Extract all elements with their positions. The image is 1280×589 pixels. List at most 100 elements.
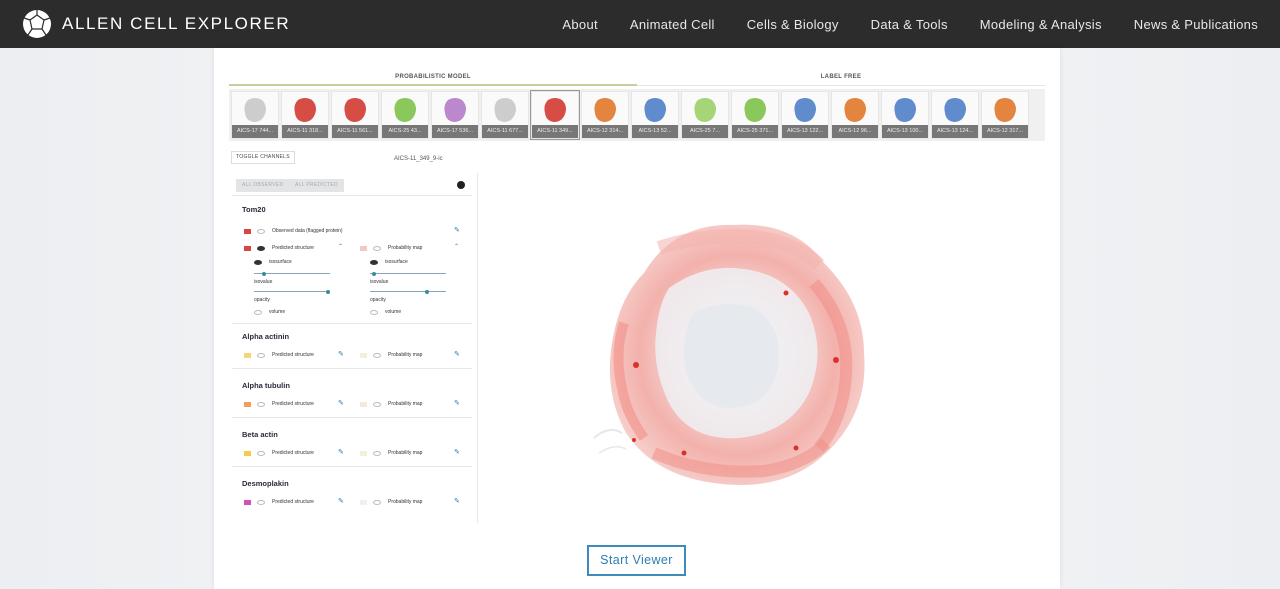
eye-icon[interactable] bbox=[257, 401, 265, 407]
isosurface-slider[interactable] bbox=[370, 271, 446, 276]
thumbnail-caption: AICS-13 124... bbox=[932, 125, 978, 138]
volume-toggle[interactable]: volume bbox=[370, 307, 401, 317]
thumbnail-caption: AICS-11 349... bbox=[532, 125, 578, 138]
start-viewer-button[interactable]: Start Viewer bbox=[587, 545, 686, 576]
cell-thumbnail[interactable]: AICS-11 561... bbox=[331, 91, 379, 139]
thumbnail-caption: AICS-11 561... bbox=[332, 125, 378, 138]
group-title: Desmoplakin bbox=[242, 479, 289, 488]
color-swatch[interactable] bbox=[360, 499, 367, 505]
eye-icon[interactable] bbox=[254, 309, 262, 315]
eye-icon[interactable] bbox=[373, 499, 381, 505]
main-menu: About Animated Cell Cells & Biology Data… bbox=[530, 0, 1258, 48]
slider-knob[interactable] bbox=[326, 289, 330, 294]
color-swatch[interactable] bbox=[244, 499, 251, 505]
eye-icon[interactable] bbox=[373, 245, 381, 251]
color-swatch[interactable] bbox=[244, 401, 251, 407]
eye-icon[interactable] bbox=[254, 259, 262, 265]
tab-probabilistic-model[interactable]: PROBABILISTIC MODEL bbox=[229, 68, 637, 86]
cell-thumbnail[interactable]: AICS-17 744... bbox=[231, 91, 279, 139]
nav-animated-cell[interactable]: Animated Cell bbox=[630, 17, 715, 32]
eye-icon[interactable] bbox=[257, 352, 265, 358]
color-swatch[interactable] bbox=[244, 228, 251, 234]
nav-news-publications[interactable]: News & Publications bbox=[1134, 17, 1258, 32]
eye-icon[interactable] bbox=[373, 450, 381, 456]
pencil-icon[interactable]: ✎ bbox=[338, 449, 345, 456]
eye-icon[interactable] bbox=[257, 245, 265, 251]
pencil-icon[interactable]: ✎ bbox=[454, 498, 461, 505]
cell-thumbnail[interactable]: AICS-12 317... bbox=[981, 91, 1029, 139]
eye-icon[interactable] bbox=[257, 499, 265, 505]
cell-thumbnail[interactable]: AICS-25 371... bbox=[731, 91, 779, 139]
color-swatch[interactable] bbox=[244, 352, 251, 358]
slider-knob[interactable] bbox=[425, 289, 429, 294]
color-swatch[interactable] bbox=[360, 352, 367, 358]
pencil-icon[interactable]: ✎ bbox=[454, 400, 461, 407]
slider-knob[interactable] bbox=[262, 271, 266, 276]
cell-thumbnail[interactable]: AICS-11 318... bbox=[281, 91, 329, 139]
content-card: PROBABILISTIC MODEL LABEL FREE AICS-17 7… bbox=[214, 48, 1060, 589]
isovalue-slider[interactable] bbox=[370, 289, 446, 294]
pencil-icon[interactable]: ✎ bbox=[454, 351, 461, 358]
all-observed-button[interactable]: ALL OBSERVED bbox=[236, 179, 290, 192]
cell-thumbnail[interactable]: AICS-11 677... bbox=[481, 91, 529, 139]
eye-icon[interactable] bbox=[257, 450, 265, 456]
cell-thumbnail[interactable]: AICS-13 124... bbox=[931, 91, 979, 139]
eye-icon[interactable] bbox=[370, 259, 378, 265]
pencil-icon[interactable]: ✎ bbox=[454, 449, 461, 456]
chevron-up-icon[interactable]: ⌃ bbox=[454, 243, 459, 250]
isovalue-label: isovalue bbox=[254, 279, 273, 285]
color-swatch[interactable] bbox=[244, 450, 251, 456]
predicted-row-label: Predicted structure bbox=[272, 450, 314, 456]
nav-data-tools[interactable]: Data & Tools bbox=[871, 17, 948, 32]
color-swatch[interactable] bbox=[244, 245, 251, 251]
cell-thumbnail-image bbox=[894, 98, 916, 123]
probability-row: Probability map bbox=[360, 448, 422, 458]
settings-icon[interactable] bbox=[457, 181, 465, 189]
toggle-channels-button[interactable]: TOGGLE CHANNELS bbox=[231, 151, 295, 164]
cell-thumbnail[interactable]: AICS-25 7... bbox=[681, 91, 729, 139]
isosurface-toggle[interactable]: isosurface bbox=[370, 257, 408, 267]
cell-thumbnail[interactable]: AICS-12 314... bbox=[581, 91, 629, 139]
isosurface-slider[interactable] bbox=[254, 271, 330, 276]
eye-icon[interactable] bbox=[370, 309, 378, 315]
thumbnail-caption: AICS-13 100... bbox=[882, 125, 928, 138]
cell-thumbnail-image bbox=[294, 98, 316, 123]
cell-3d-render[interactable] bbox=[564, 203, 894, 493]
isosurface-toggle[interactable]: isosurface bbox=[254, 257, 292, 267]
slider-knob[interactable] bbox=[372, 271, 376, 276]
cell-thumbnail[interactable]: AICS-13 52... bbox=[631, 91, 679, 139]
all-predicted-button[interactable]: ALL PREDICTED bbox=[289, 179, 344, 192]
brand-name[interactable]: ALLEN CELL EXPLORER bbox=[62, 0, 290, 48]
cell-thumbnail[interactable]: AICS-25 43... bbox=[381, 91, 429, 139]
volume-toggle[interactable]: volume bbox=[254, 307, 285, 317]
cell-thumbnail[interactable]: AICS-11 349... bbox=[530, 90, 580, 140]
tab-label-free[interactable]: LABEL FREE bbox=[637, 68, 1045, 86]
group-title: Alpha actinin bbox=[242, 332, 290, 341]
eye-icon[interactable] bbox=[373, 352, 381, 358]
eye-icon[interactable] bbox=[373, 401, 381, 407]
predicted-label: Predicted structure bbox=[272, 245, 314, 251]
nav-about[interactable]: About bbox=[562, 17, 597, 32]
predicted-row: Predicted structure bbox=[244, 399, 314, 409]
pencil-icon[interactable]: ✎ bbox=[454, 227, 461, 234]
cell-thumbnail-image bbox=[394, 98, 416, 123]
cell-thumbnail[interactable]: AICS-13 100... bbox=[881, 91, 929, 139]
nav-cells-biology[interactable]: Cells & Biology bbox=[747, 17, 839, 32]
cell-thumbnail[interactable]: AICS-12 96... bbox=[831, 91, 879, 139]
cell-thumbnail[interactable]: AICS-13 122... bbox=[781, 91, 829, 139]
eye-icon[interactable] bbox=[257, 228, 265, 234]
pencil-icon[interactable]: ✎ bbox=[338, 351, 345, 358]
isovalue-slider[interactable] bbox=[254, 289, 330, 294]
thumbnail-caption: AICS-25 43... bbox=[382, 125, 428, 138]
pencil-icon[interactable]: ✎ bbox=[338, 400, 345, 407]
pencil-icon[interactable]: ✎ bbox=[338, 498, 345, 505]
color-swatch[interactable] bbox=[360, 450, 367, 456]
color-swatch[interactable] bbox=[360, 401, 367, 407]
cell-thumbnail-image bbox=[794, 98, 816, 123]
allen-logo-icon[interactable] bbox=[22, 9, 52, 39]
group-title-tom20: Tom20 bbox=[242, 205, 266, 214]
nav-modeling-analysis[interactable]: Modeling & Analysis bbox=[980, 17, 1102, 32]
color-swatch[interactable] bbox=[360, 245, 367, 251]
chevron-up-icon[interactable]: ⌃ bbox=[338, 243, 343, 250]
cell-thumbnail[interactable]: AICS-17 536... bbox=[431, 91, 479, 139]
